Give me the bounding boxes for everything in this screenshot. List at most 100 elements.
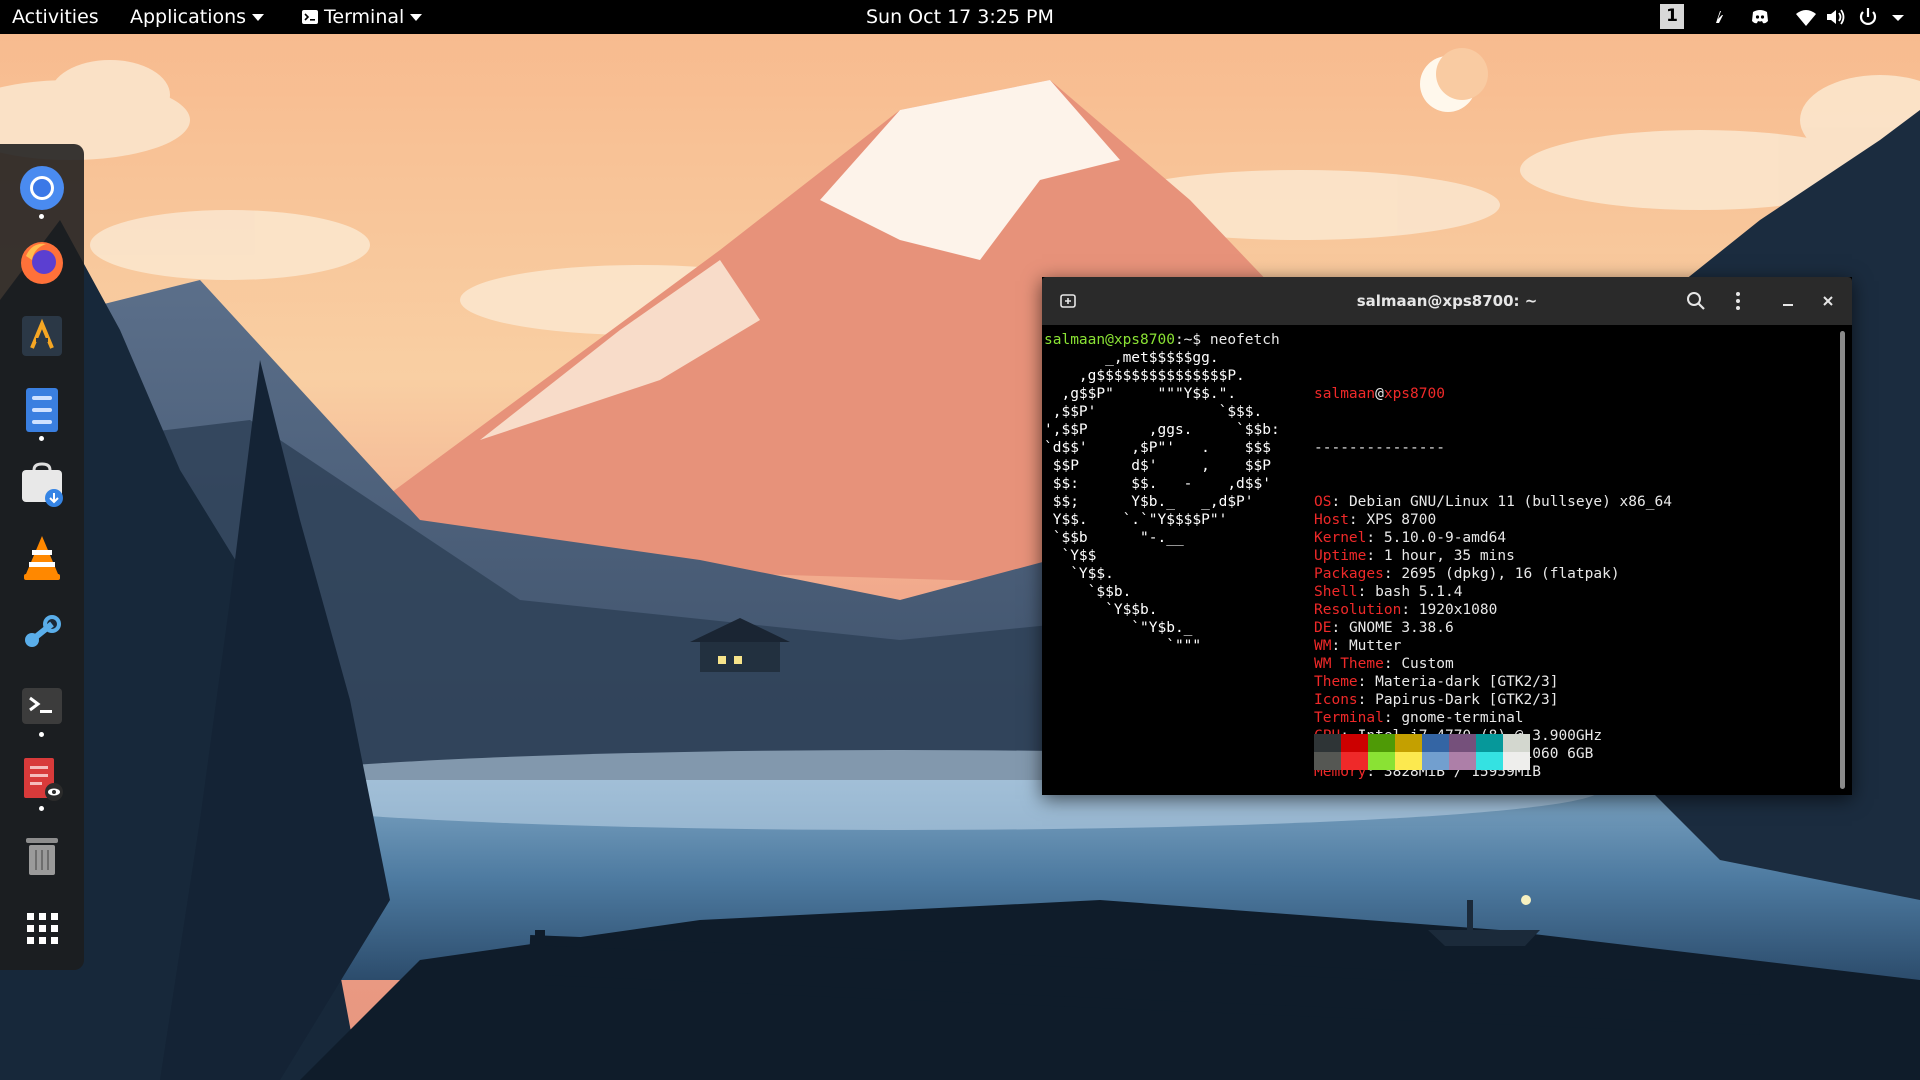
color-swatch: [1422, 752, 1449, 770]
info-colon: :: [1383, 566, 1402, 582]
power-icon[interactable]: [1856, 5, 1880, 29]
extension-icon[interactable]: [1708, 5, 1732, 29]
info-key: Packages: [1314, 566, 1384, 582]
prompt-suffix: :~$: [1174, 332, 1210, 348]
info-row: OS: Debian GNU/Linux 11 (bullseye) x86_6…: [1314, 493, 1672, 511]
clock[interactable]: Sun Oct 17 3:25 PM: [866, 0, 1054, 34]
info-value: bash 5.1.4: [1375, 584, 1463, 600]
steam-icon[interactable]: [18, 608, 66, 656]
wifi-icon[interactable]: [1794, 5, 1818, 29]
running-indicator: [39, 214, 44, 219]
command-text: neofetch: [1209, 332, 1280, 348]
info-value: 2695 (dpkg), 16 (flatpak): [1401, 566, 1620, 582]
color-swatch: [1341, 734, 1368, 752]
running-indicator: [39, 806, 44, 811]
info-row: Resolution: 1920x1080: [1314, 601, 1672, 619]
logo-line: `""": [1044, 638, 1202, 654]
firefox-icon[interactable]: [18, 238, 66, 286]
document-viewer-icon[interactable]: [18, 756, 66, 804]
info-row: WM: Mutter: [1314, 637, 1672, 655]
logo-line: $$: $$. - ,d$$': [1044, 476, 1271, 492]
trash-icon[interactable]: [18, 830, 66, 878]
color-swatch: [1476, 734, 1503, 752]
info-row: WM Theme: Custom: [1314, 655, 1672, 673]
info-at: @: [1375, 386, 1384, 402]
info-key: Uptime: [1314, 548, 1367, 564]
color-swatch: [1395, 734, 1422, 752]
logo-line: `"Y$b._: [1044, 620, 1193, 636]
info-key: Terminal: [1314, 710, 1384, 726]
info-colon: :: [1331, 620, 1349, 636]
info-colon: :: [1366, 548, 1384, 564]
info-value: gnome-terminal: [1401, 710, 1524, 726]
vlc-icon[interactable]: [18, 534, 66, 582]
chevron-down-icon: [410, 14, 423, 21]
logo-line: ,$$P' `$$$.: [1044, 404, 1263, 420]
debian-ascii-logo: _,met$$$$$gg. ,g$$$$$$$$$$$$$$$P. ,g$$P"…: [1044, 349, 1280, 655]
info-row: Theme: Materia-dark [GTK2/3]: [1314, 673, 1672, 691]
logo-line: `$$b.: [1044, 584, 1132, 600]
workspace-indicator[interactable]: 1: [1660, 4, 1684, 29]
info-value: 1 hour, 35 mins: [1383, 548, 1515, 564]
logo-line: Y$$. `.`"Y$$$$P"': [1044, 512, 1228, 528]
logo-line: _,met$$$$$gg.: [1044, 350, 1219, 366]
app-menu[interactable]: Terminal: [302, 0, 423, 34]
running-indicator: [39, 436, 44, 441]
info-key: Shell: [1314, 584, 1358, 600]
chevron-down-icon: [252, 14, 265, 21]
logo-line: ,g$$P" """Y$$.".: [1044, 386, 1237, 402]
discord-icon[interactable]: [1748, 5, 1772, 29]
files-icon[interactable]: [18, 386, 66, 434]
software-icon[interactable]: [18, 460, 66, 508]
volume-icon[interactable]: [1824, 5, 1848, 29]
terminal-window[interactable]: salmaan@xps8700: ~ salmaan@xps8700 :~$ ne…: [1042, 277, 1852, 795]
color-swatch: [1503, 752, 1530, 770]
activities-button[interactable]: Activities: [12, 0, 99, 34]
color-swatch: [1341, 752, 1368, 770]
logo-line: ,g$$$$$$$$$$$$$$$P.: [1044, 368, 1245, 384]
app-menu-label: Terminal: [324, 6, 405, 28]
scrollbar[interactable]: [1840, 331, 1845, 789]
info-row: Terminal: gnome-terminal: [1314, 709, 1672, 727]
info-colon: :: [1357, 674, 1376, 690]
menu-icon[interactable]: [1726, 289, 1750, 313]
info-key: WM Theme: [1314, 656, 1384, 672]
terminal-output[interactable]: salmaan@xps8700 :~$ neofetch _,met$$$$$gg…: [1042, 325, 1832, 795]
color-swatch: [1422, 734, 1449, 752]
color-swatch: [1368, 752, 1395, 770]
color-swatch: [1368, 734, 1395, 752]
info-row: DE: GNOME 3.38.6: [1314, 619, 1672, 637]
info-row: Packages: 2695 (dpkg), 16 (flatpak): [1314, 565, 1672, 583]
user-host-line: salmaan@xps8700: [1314, 385, 1672, 403]
info-value: Mutter: [1348, 638, 1402, 654]
anaconda-icon[interactable]: [18, 312, 66, 360]
info-colon: :: [1383, 710, 1402, 726]
terminal-headerbar[interactable]: salmaan@xps8700: ~: [1042, 277, 1852, 325]
info-colon: :: [1331, 638, 1349, 654]
chevron-down-icon[interactable]: [1886, 5, 1910, 29]
color-swatch: [1314, 752, 1341, 770]
app-grid-icon[interactable]: [18, 904, 66, 952]
terminal-icon[interactable]: [18, 682, 66, 730]
applications-menu[interactable]: Applications: [130, 0, 265, 34]
info-value: Custom: [1401, 656, 1454, 672]
info-key: WM: [1314, 638, 1332, 654]
close-icon[interactable]: [1816, 289, 1840, 313]
minimize-icon[interactable]: [1776, 289, 1800, 313]
logo-line: $$; Y$b._ _,d$P': [1044, 494, 1254, 510]
search-icon[interactable]: [1684, 289, 1708, 313]
logo-line: `Y$$: [1044, 548, 1097, 564]
info-value: Debian GNU/Linux 11 (bullseye) x86_64: [1348, 494, 1672, 510]
info-colon: :: [1401, 602, 1419, 618]
info-value: 1920x1080: [1418, 602, 1498, 618]
info-key: Icons: [1314, 692, 1358, 708]
color-swatch: [1314, 734, 1341, 752]
logo-line: `$$b "-.__: [1044, 530, 1184, 546]
info-colon: :: [1348, 512, 1367, 528]
info-colon: :: [1357, 584, 1376, 600]
info-row: Kernel: 5.10.0-9-amd64: [1314, 529, 1672, 547]
info-value: Materia-dark [GTK2/3]: [1375, 674, 1559, 690]
chromium-icon[interactable]: [18, 164, 66, 212]
terminal-icon: [302, 10, 318, 24]
applications-label: Applications: [130, 6, 247, 28]
